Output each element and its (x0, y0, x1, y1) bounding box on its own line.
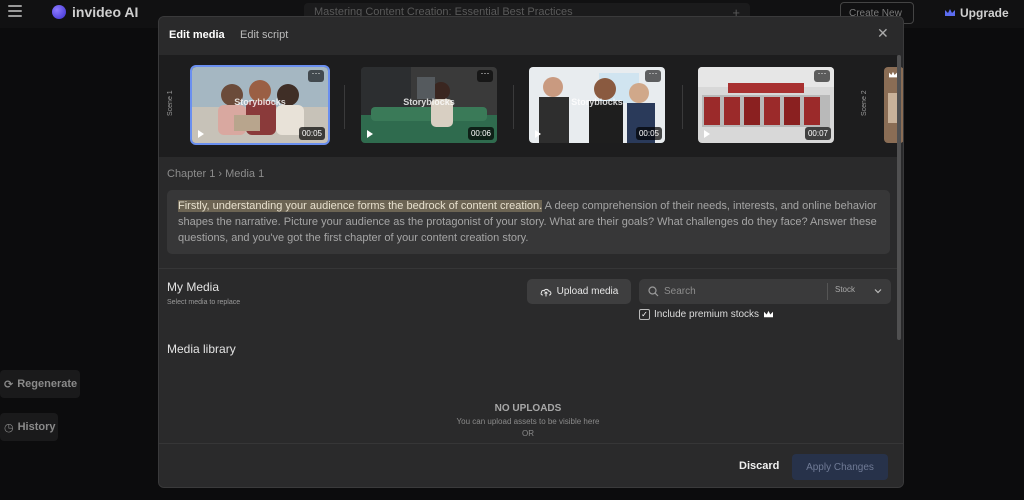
premium-stocks-option[interactable]: ✓ Include premium stocks (639, 309, 774, 320)
search-icon (648, 286, 659, 297)
my-media-title: My Media (167, 280, 220, 294)
premium-label: Include premium stocks (654, 309, 760, 320)
crown-icon (945, 9, 955, 16)
thumbnail-watermark: Storyblocks (571, 97, 623, 107)
thumbnail-watermark: Storyblocks (234, 97, 286, 107)
media-thumbnail-3[interactable]: Storyblocks ··· 00:05 (529, 67, 665, 143)
premium-checkbox[interactable]: ✓ (639, 309, 650, 320)
discard-button[interactable]: Discard (739, 460, 779, 472)
menu-icon[interactable] (8, 5, 22, 17)
more-options-icon[interactable]: ··· (645, 69, 661, 82)
empty-state-title: NO UPLOADS (494, 403, 562, 414)
search-input[interactable] (664, 283, 824, 300)
play-icon[interactable] (367, 130, 373, 138)
logo-icon (52, 5, 66, 19)
scene-label-1: Scene 1 (167, 90, 174, 116)
cloud-upload-icon (540, 288, 552, 296)
close-icon[interactable]: ✕ (877, 26, 889, 40)
thumbnail-divider (344, 85, 345, 129)
history-label: History (17, 421, 56, 433)
modal-footer: Discard Apply Changes (159, 443, 903, 487)
upgrade-label: Upgrade (960, 6, 1009, 20)
refresh-icon: ⟳ (4, 378, 14, 391)
empty-state-subtitle: You can upload assets to be visible here (456, 417, 600, 426)
upload-media-label: Upload media (556, 286, 619, 297)
thumbnail-watermark: Storyblocks (403, 97, 455, 107)
breadcrumb: Chapter 1 › Media 1 (167, 168, 265, 180)
chevron-down-icon[interactable] (873, 286, 883, 296)
regenerate-button[interactable]: ⟳ Regenerate (0, 370, 80, 398)
play-icon[interactable] (535, 130, 541, 138)
apply-changes-button[interactable]: Apply Changes (792, 454, 888, 480)
modal-header: Edit media Edit script ✕ (159, 17, 903, 55)
media-thumbnail-1[interactable]: Storyblocks ··· 00:05 (190, 65, 330, 145)
script-highlight: Firstly, understanding your audience for… (178, 200, 543, 212)
thumbnail-divider (513, 85, 514, 129)
crown-icon (764, 310, 774, 318)
thumbnail-duration: 00:06 (467, 127, 494, 140)
thumbnail-duration: 00:05 (298, 127, 325, 140)
thumbnail-duration: 00:05 (635, 127, 662, 140)
media-thumbnail-4[interactable]: ··· 00:07 (698, 67, 834, 143)
upload-media-button[interactable]: Upload media (527, 279, 631, 304)
source-select[interactable]: Stock (835, 285, 855, 294)
scene-label-2: Scene 2 (861, 90, 868, 116)
media-thumbnail-5[interactable] (884, 67, 903, 143)
brand-name: invideo AI (72, 4, 139, 20)
history-button[interactable]: ◷ History (0, 413, 58, 441)
brand-logo[interactable]: invideo AI (52, 4, 138, 20)
more-options-icon[interactable]: ··· (814, 69, 830, 82)
play-icon[interactable] (198, 130, 204, 138)
search-divider (827, 283, 828, 300)
media-library-title: Media library (167, 342, 236, 356)
script-text-box[interactable]: Firstly, understanding your audience for… (167, 190, 890, 254)
modal-scrollbar[interactable] (897, 55, 901, 340)
edit-media-modal: Edit media Edit script ✕ Scene 1 Storybl… (158, 16, 904, 488)
thumbnail-duration: 00:07 (804, 127, 831, 140)
empty-state-or: OR (522, 429, 534, 438)
upgrade-button[interactable]: Upgrade (944, 6, 1009, 20)
more-options-icon[interactable]: ··· (308, 69, 324, 82)
tab-edit-media[interactable]: Edit media (169, 29, 225, 41)
apply-changes-label: Apply Changes (806, 461, 874, 473)
tab-edit-script[interactable]: Edit script (240, 29, 288, 41)
my-media-subtitle: Select media to replace (167, 299, 241, 306)
more-options-icon[interactable]: ··· (477, 69, 493, 82)
search-box: Stock (639, 279, 891, 304)
regenerate-label: Regenerate (17, 378, 78, 390)
scene-strip: Scene 1 Storyblocks ··· 00:05 Storyblock… (159, 55, 903, 157)
thumbnail-divider (682, 85, 683, 129)
media-thumbnail-2[interactable]: Storyblocks ··· 00:06 (361, 67, 497, 143)
section-divider (159, 268, 897, 269)
play-icon[interactable] (704, 130, 710, 138)
clock-icon: ◷ (4, 421, 14, 434)
